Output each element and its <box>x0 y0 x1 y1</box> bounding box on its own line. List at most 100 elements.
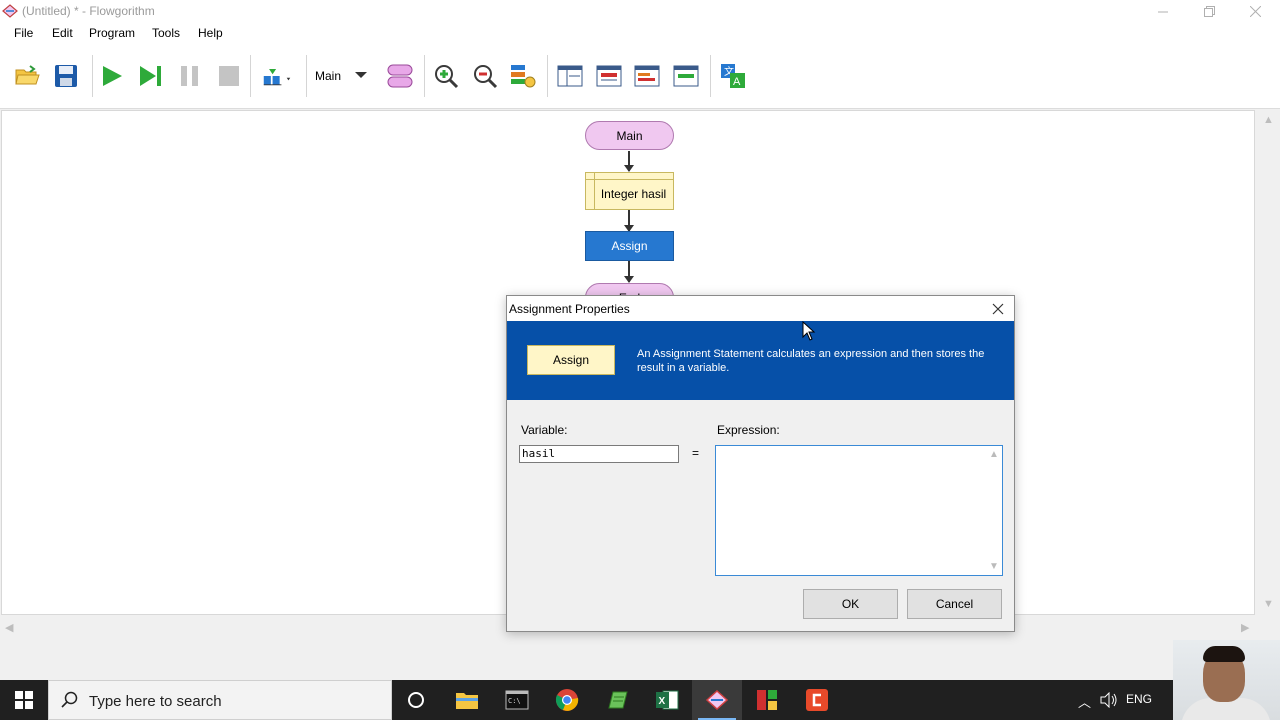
function-shape-icon <box>387 64 413 88</box>
dialog-banner: Assign An Assignment Statement calculate… <box>507 321 1014 400</box>
cancel-button[interactable]: Cancel <box>907 589 1002 619</box>
stop-icon <box>219 66 239 86</box>
toolbar: Main 文A <box>0 43 1280 109</box>
menu-bar: File Edit Program Tools Help <box>0 23 1280 43</box>
app-icon <box>757 690 777 710</box>
equals-sign: = <box>692 446 700 460</box>
open-button[interactable] <box>12 61 42 91</box>
file-explorer-icon <box>456 693 478 709</box>
scroll-left-icon[interactable]: ◀ <box>5 621 13 634</box>
mouse-cursor-icon <box>802 321 816 341</box>
speed-button[interactable] <box>262 61 292 91</box>
restore-icon <box>1203 6 1215 17</box>
terminal-icon: C:\ <box>505 690 529 710</box>
pause-icon <box>181 66 198 86</box>
cortana-icon <box>408 692 424 708</box>
windows-logo-icon <box>15 691 33 709</box>
start-shape[interactable]: Main <box>585 121 674 150</box>
zoom-in-icon <box>435 65 459 89</box>
expression-label: Expression: <box>717 423 780 437</box>
close-window-button[interactable] <box>1232 0 1278 23</box>
excel-icon: X <box>656 690 679 710</box>
volume-icon[interactable] <box>1100 692 1118 708</box>
window-title: (Untitled) * - Flowgorithm <box>22 4 155 18</box>
scroll-up-icon[interactable]: ▲ <box>1263 114 1274 126</box>
step-button[interactable] <box>136 61 166 91</box>
menu-edit[interactable]: Edit <box>52 26 73 40</box>
start-button[interactable] <box>0 680 48 720</box>
scroll-down-icon[interactable]: ▼ <box>989 561 999 572</box>
camtasia-button[interactable] <box>802 685 832 715</box>
flow-arrow <box>624 261 634 283</box>
source-code-icon <box>673 65 699 87</box>
file-explorer-button[interactable] <box>452 685 482 715</box>
save-button[interactable] <box>51 61 81 91</box>
zoom-out-button[interactable] <box>470 61 500 91</box>
language-indicator[interactable]: ENG <box>1126 692 1152 706</box>
chart-icon <box>634 65 660 87</box>
function-shape-button[interactable] <box>385 61 415 91</box>
pause-button[interactable] <box>175 61 205 91</box>
excel-button[interactable]: X <box>652 685 682 715</box>
translate-button[interactable]: 文A <box>718 61 748 91</box>
zoom-in-button[interactable] <box>431 61 461 91</box>
open-icon <box>15 65 40 85</box>
camtasia-icon <box>806 689 828 711</box>
restore-button[interactable] <box>1186 0 1232 23</box>
variable-input[interactable]: hasil <box>519 445 679 463</box>
save-icon <box>55 65 77 87</box>
flow-arrow <box>624 151 634 172</box>
speed-icon <box>263 68 291 86</box>
svg-text:A: A <box>733 76 741 88</box>
notepad-button[interactable] <box>602 685 632 715</box>
ok-button[interactable]: OK <box>803 589 898 619</box>
function-selector[interactable]: Main <box>315 69 341 83</box>
search-icon <box>61 691 78 708</box>
chevron-down-icon[interactable] <box>355 72 367 78</box>
assign-shape[interactable]: Assign <box>585 231 674 261</box>
app-button[interactable] <box>752 685 782 715</box>
stop-button[interactable] <box>214 61 244 91</box>
chrome-button[interactable] <box>552 685 582 715</box>
expression-input[interactable]: ▲ ▼ <box>715 445 1003 576</box>
minimize-icon <box>1158 11 1168 12</box>
menu-file[interactable]: File <box>14 26 33 40</box>
source-code-button[interactable] <box>671 61 701 91</box>
variable-watch-button[interactable] <box>555 61 585 91</box>
variable-watch-icon <box>557 65 583 87</box>
variable-label: Variable: <box>521 423 568 437</box>
menu-program[interactable]: Program <box>89 26 135 40</box>
scroll-up-icon[interactable]: ▲ <box>989 449 999 460</box>
layout-button[interactable] <box>508 61 538 91</box>
minimize-button[interactable] <box>1140 0 1186 23</box>
assignment-description: An Assignment Statement calculates an ex… <box>637 348 985 374</box>
run-button[interactable] <box>97 61 127 91</box>
taskbar-search-box[interactable]: Type here to search <box>48 680 392 720</box>
chrome-icon <box>555 689 579 711</box>
scroll-down-icon[interactable]: ▼ <box>1263 598 1274 610</box>
dialog-close-button[interactable] <box>992 299 1004 320</box>
close-icon <box>1249 6 1261 17</box>
flowgorithm-logo-icon <box>2 4 18 18</box>
show-hidden-icons-icon[interactable]: ︿ <box>1078 692 1091 711</box>
chart-button[interactable] <box>632 61 662 91</box>
menu-help[interactable]: Help <box>198 26 223 40</box>
expression-scrollbar[interactable]: ▲ ▼ <box>985 446 1002 575</box>
assign-shape-preview: Assign <box>527 345 615 375</box>
webcam-overlay <box>1173 640 1280 720</box>
status-bar <box>0 639 1280 680</box>
console-icon <box>596 65 622 87</box>
declare-shape[interactable]: Integer hasil <box>585 172 674 210</box>
flowgorithm-icon <box>705 689 729 711</box>
search-placeholder: Type here to search <box>89 693 222 710</box>
scroll-right-icon[interactable]: ▶ <box>1241 621 1249 634</box>
console-button[interactable] <box>594 61 624 91</box>
layout-icon <box>511 65 536 88</box>
vertical-scrollbar[interactable]: ▲ ▼ <box>1256 110 1280 615</box>
title-bar: (Untitled) * - Flowgorithm <box>0 0 1280 23</box>
flowgorithm-taskbar-button[interactable] <box>702 685 732 715</box>
terminal-button[interactable]: C:\ <box>502 685 532 715</box>
menu-tools[interactable]: Tools <box>152 26 180 40</box>
notepad-icon <box>608 691 628 709</box>
cortana-button[interactable] <box>401 685 431 715</box>
